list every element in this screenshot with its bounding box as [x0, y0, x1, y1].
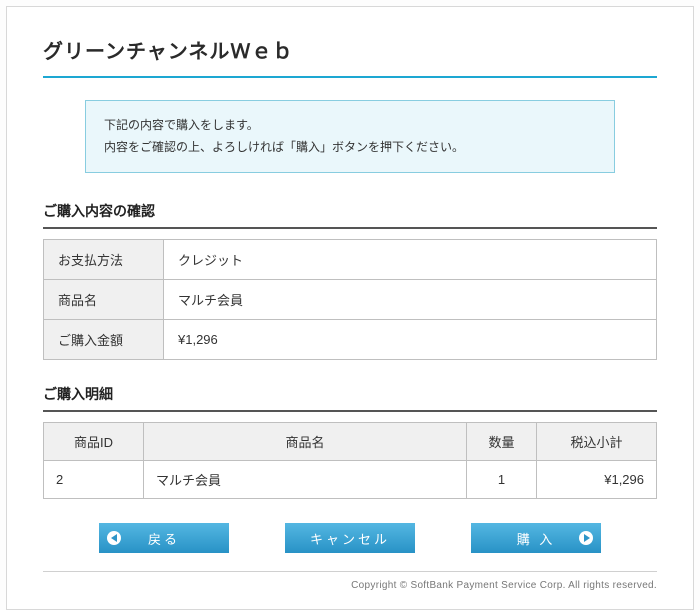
instruction-message: 下記の内容で購入をします。 内容をご確認の上、よろしければ「購入」ボタンを押下く…	[85, 100, 615, 173]
arrow-left-icon	[107, 531, 121, 545]
confirm-table: お支払方法 クレジット 商品名 マルチ会員 ご購入金額 ¥1,296	[43, 239, 657, 360]
product-label: 商品名	[44, 280, 164, 320]
amount-label: ご購入金額	[44, 320, 164, 360]
detail-header-subtotal: 税込小計	[537, 423, 657, 461]
cancel-button-label: キャンセル	[310, 529, 390, 548]
message-line-1: 下記の内容で購入をします。	[104, 115, 596, 137]
back-button-label: 戻る	[148, 529, 180, 548]
purchase-button[interactable]: 購 入	[471, 523, 601, 553]
purchase-button-label: 購 入	[517, 529, 556, 548]
back-button[interactable]: 戻る	[99, 523, 229, 553]
detail-cell-id: 2	[44, 461, 144, 499]
cancel-button[interactable]: キャンセル	[285, 523, 415, 553]
page-title: グリーンチャンネルＷｅｂ	[43, 35, 657, 78]
product-value: マルチ会員	[164, 280, 657, 320]
detail-section: ご購入明細 商品ID 商品名 数量 税込小計 2 マルチ会員 1 ¥1,296	[43, 384, 657, 499]
arrow-right-icon	[579, 531, 593, 545]
detail-header-qty: 数量	[467, 423, 537, 461]
payment-value: クレジット	[164, 240, 657, 280]
confirm-row-payment: お支払方法 クレジット	[44, 240, 657, 280]
button-row: 戻る キャンセル 購 入	[43, 523, 657, 553]
detail-data-row: 2 マルチ会員 1 ¥1,296	[44, 461, 657, 499]
detail-header-id: 商品ID	[44, 423, 144, 461]
payment-label: お支払方法	[44, 240, 164, 280]
footer-copyright: Copyright © SoftBank Payment Service Cor…	[43, 571, 657, 591]
detail-header-row: 商品ID 商品名 数量 税込小計	[44, 423, 657, 461]
detail-cell-subtotal: ¥1,296	[537, 461, 657, 499]
detail-header-name: 商品名	[144, 423, 467, 461]
detail-table: 商品ID 商品名 数量 税込小計 2 マルチ会員 1 ¥1,296	[43, 422, 657, 499]
confirm-row-product: 商品名 マルチ会員	[44, 280, 657, 320]
detail-heading: ご購入明細	[43, 384, 657, 412]
main-frame: グリーンチャンネルＷｅｂ 下記の内容で購入をします。 内容をご確認の上、よろしけ…	[6, 6, 694, 610]
amount-value: ¥1,296	[164, 320, 657, 360]
confirm-row-amount: ご購入金額 ¥1,296	[44, 320, 657, 360]
confirm-section: ご購入内容の確認 お支払方法 クレジット 商品名 マルチ会員 ご購入金額 ¥1,…	[43, 201, 657, 360]
detail-cell-name: マルチ会員	[144, 461, 467, 499]
detail-cell-qty: 1	[467, 461, 537, 499]
message-line-2: 内容をご確認の上、よろしければ「購入」ボタンを押下ください。	[104, 137, 596, 159]
confirm-heading: ご購入内容の確認	[43, 201, 657, 229]
